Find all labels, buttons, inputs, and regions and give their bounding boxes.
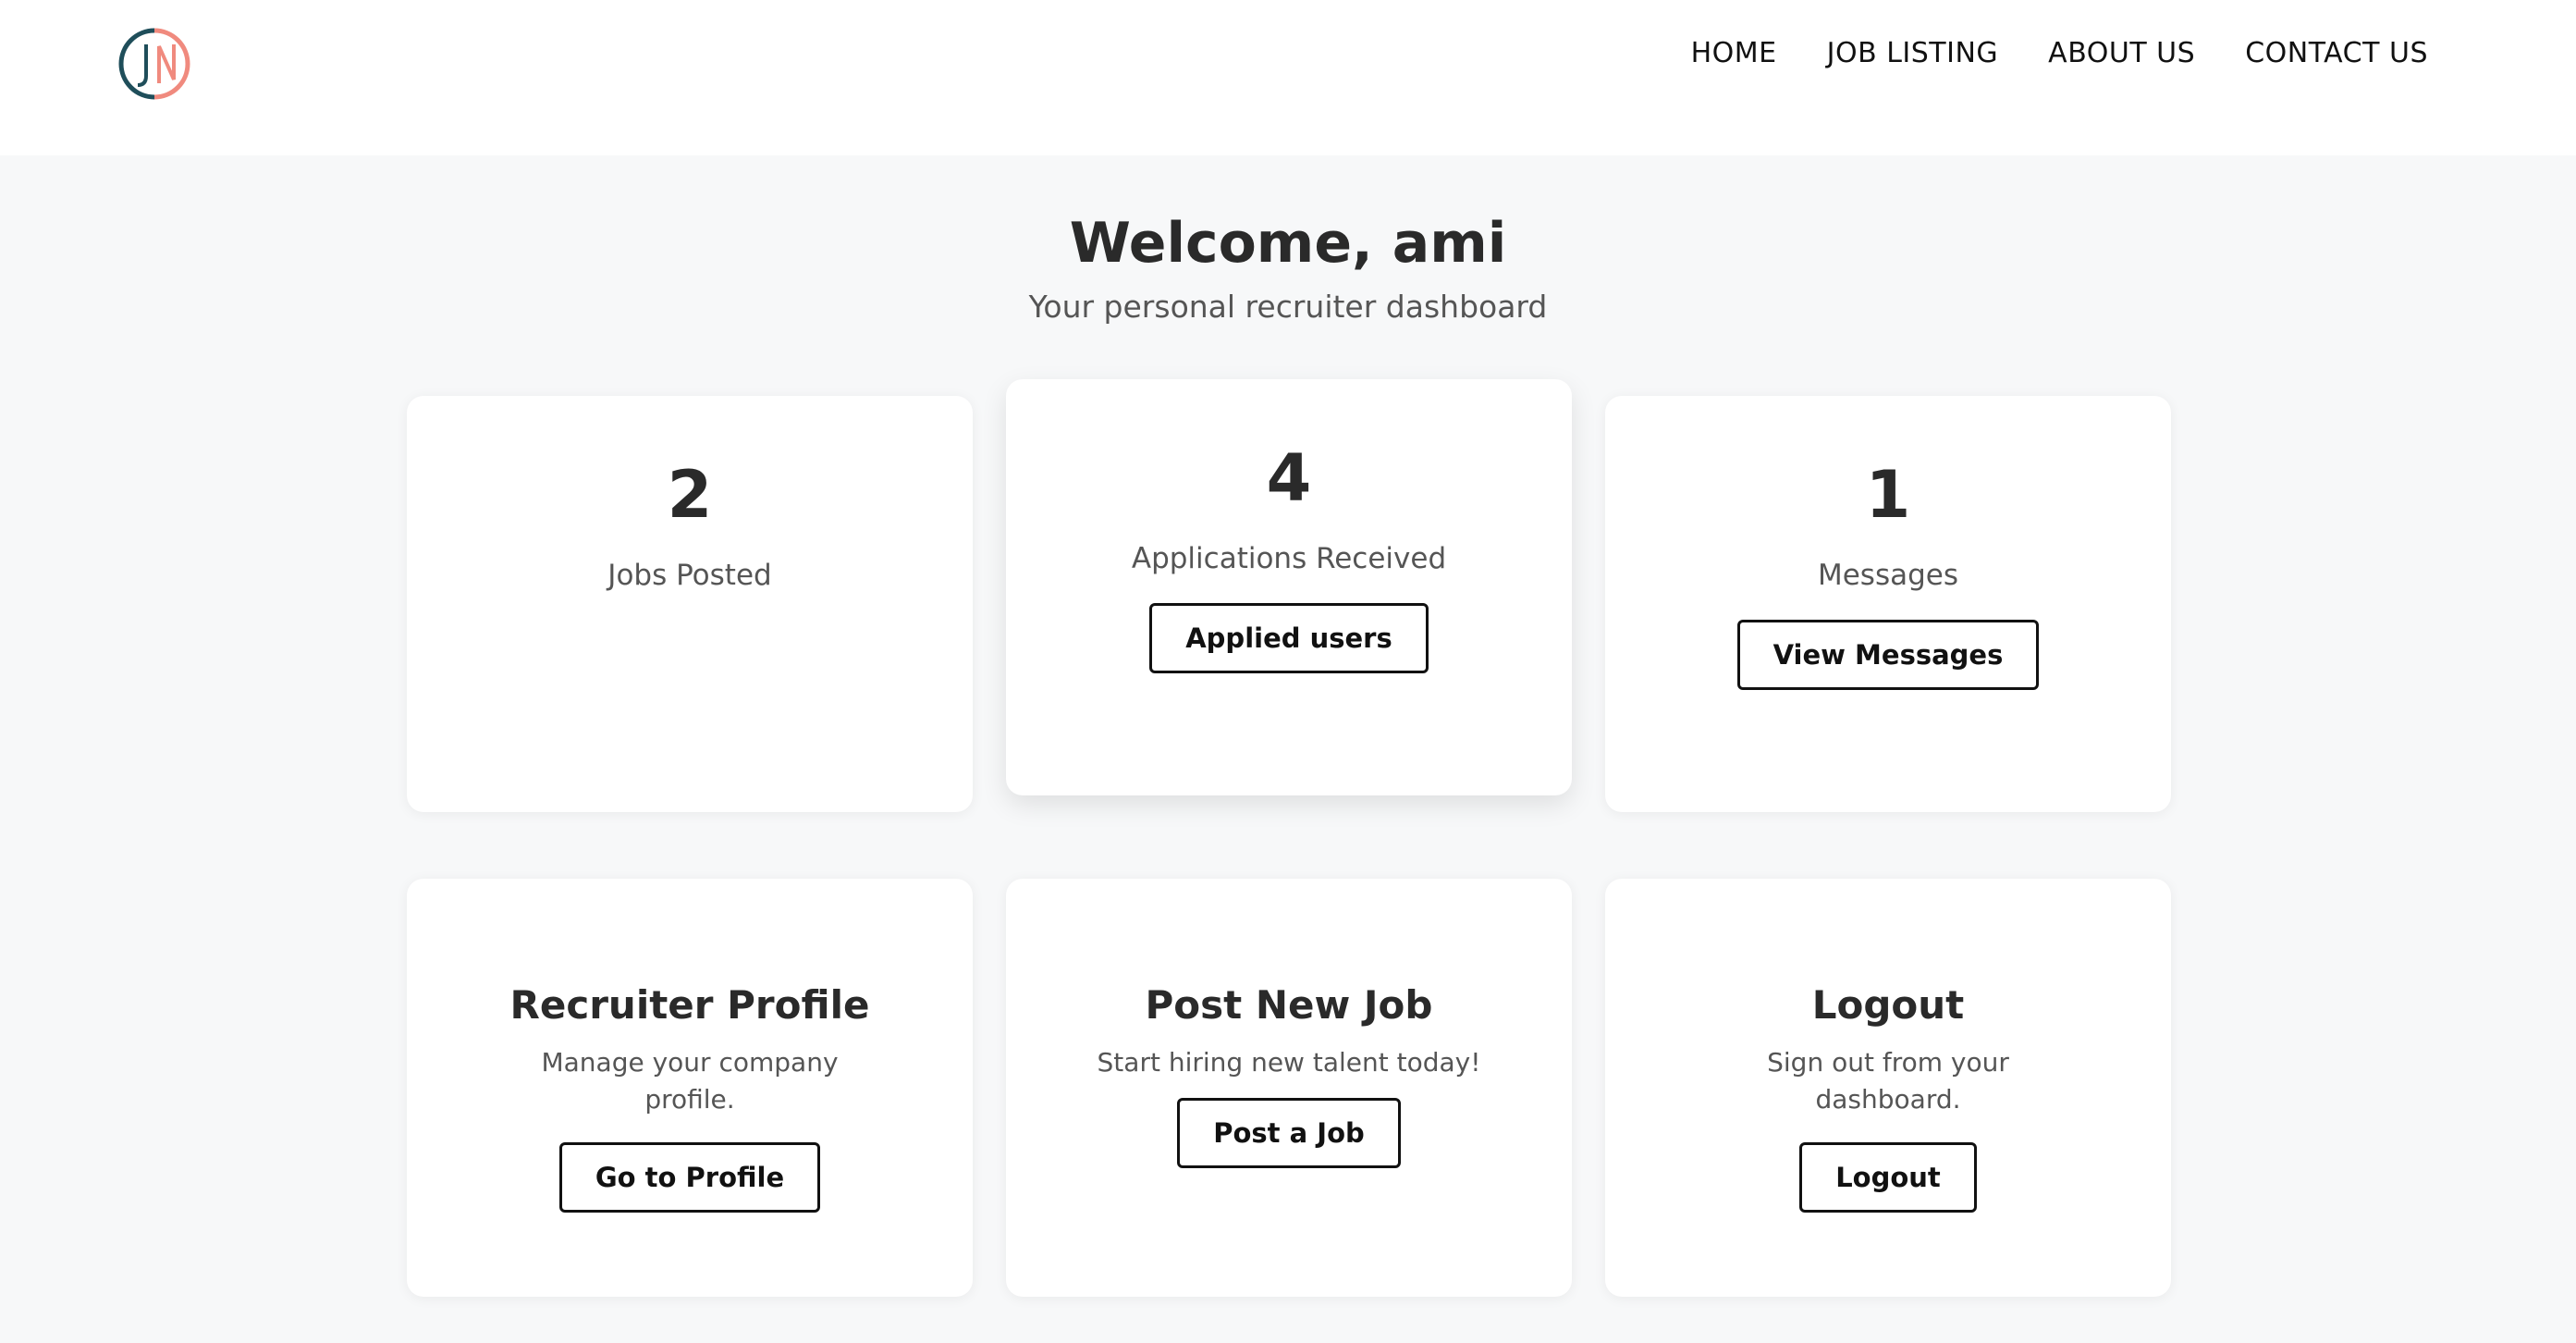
post-new-job-desc: Start hiring new talent today! (1097, 1047, 1481, 1078)
post-a-job-button[interactable]: Post a Job (1177, 1098, 1401, 1168)
nav-link-about-us[interactable]: ABOUT US (2048, 37, 2195, 69)
post-new-job-card: Post New Job Start hiring new talent tod… (1006, 879, 1572, 1297)
page-subtitle: Your personal recruiter dashboard (1028, 289, 1548, 325)
recruiter-profile-title: Recruiter Profile (509, 982, 870, 1028)
post-new-job-title: Post New Job (1145, 982, 1433, 1028)
nav-link-job-listing[interactable]: JOB LISTING (1827, 37, 1999, 69)
navbar: HOME JOB LISTING ABOUT US CONTACT US (0, 0, 2576, 155)
messages-card: 1 Messages View Messages (1605, 396, 2171, 812)
applications-count: 4 (1266, 440, 1312, 516)
logout-desc: Sign out from your dashboard. (1767, 1047, 2009, 1115)
jobs-posted-label: Jobs Posted (607, 559, 772, 592)
messages-count: 1 (1865, 457, 1911, 533)
nav-link-contact-us[interactable]: CONTACT US (2245, 37, 2428, 69)
view-messages-button[interactable]: View Messages (1736, 620, 2040, 690)
nav-links: HOME JOB LISTING ABOUT US CONTACT US (1691, 37, 2428, 69)
nav-link-home[interactable]: HOME (1691, 37, 1777, 69)
logout-button[interactable]: Logout (1799, 1142, 1977, 1213)
messages-label: Messages (1817, 559, 1959, 592)
logo-icon[interactable] (118, 28, 190, 100)
go-to-profile-button[interactable]: Go to Profile (558, 1142, 821, 1213)
page-title: Welcome, ami (1069, 211, 1507, 276)
applications-label: Applications Received (1131, 542, 1447, 575)
jobs-posted-card: 2 Jobs Posted (407, 396, 973, 812)
logout-card: Logout Sign out from your dashboard. Log… (1605, 879, 2171, 1297)
jobs-posted-count: 2 (667, 457, 713, 533)
hero: Welcome, ami Your personal recruiter das… (0, 211, 2576, 325)
applications-card: 4 Applications Received Applied users (1006, 379, 1572, 795)
recruiter-profile-desc: Manage your company profile. (541, 1047, 839, 1115)
recruiter-profile-card: Recruiter Profile Manage your company pr… (407, 879, 973, 1297)
applied-users-button[interactable]: Applied users (1149, 603, 1429, 673)
logout-title: Logout (1811, 982, 1965, 1028)
